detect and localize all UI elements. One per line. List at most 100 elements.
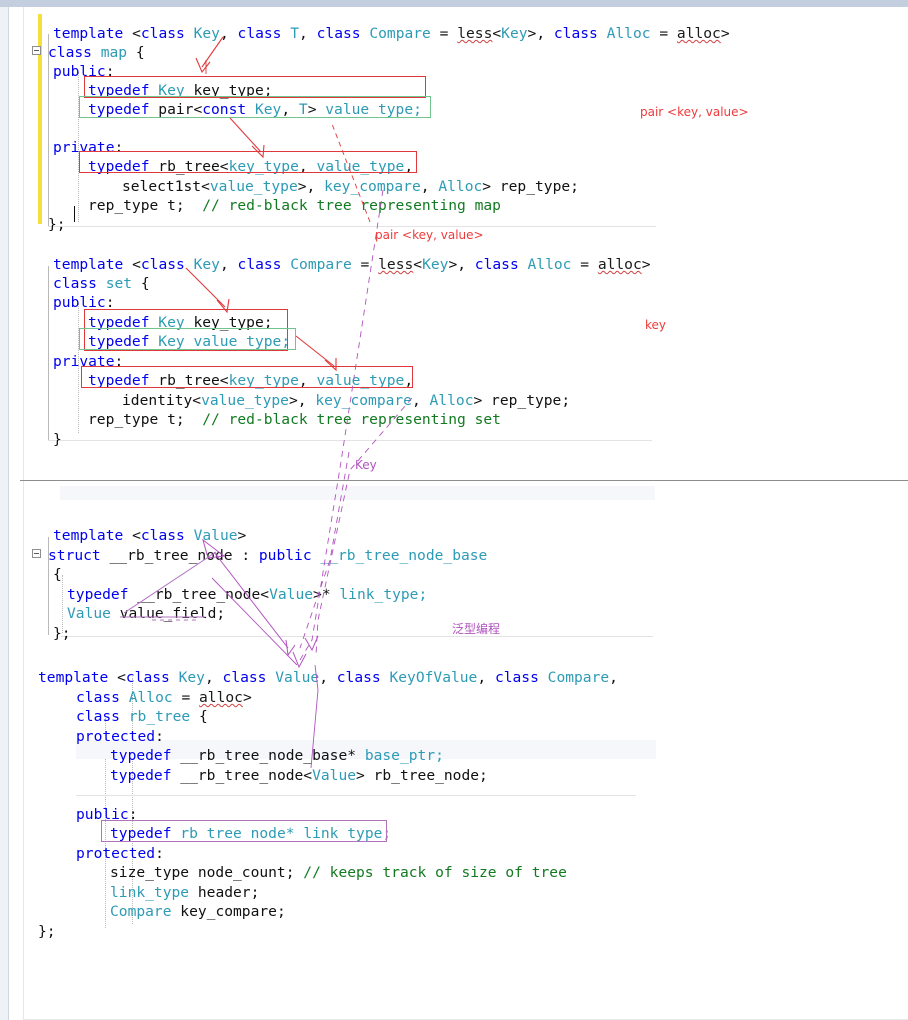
code-token: Key bbox=[422, 256, 449, 273]
code-token: alloc bbox=[676, 25, 721, 42]
code-token: Key bbox=[193, 256, 220, 273]
code-token: public bbox=[258, 547, 321, 564]
code-token: protected bbox=[76, 845, 156, 862]
code-line[interactable]: class Alloc = alloc> bbox=[76, 688, 252, 707]
code-token: : bbox=[241, 547, 259, 564]
code-token: : bbox=[155, 845, 164, 862]
code-token: struct bbox=[48, 547, 110, 564]
code-token: class bbox=[553, 25, 607, 42]
code-token: , bbox=[420, 178, 439, 195]
code-line[interactable]: class set { bbox=[53, 274, 150, 293]
code-token: // keeps track of size of tree bbox=[303, 864, 567, 881]
code-token: class bbox=[474, 256, 528, 273]
code-line[interactable]: }; bbox=[53, 624, 71, 643]
code-line[interactable]: }; bbox=[48, 215, 66, 234]
code-token: rep_type t; bbox=[88, 197, 203, 214]
code-token: }; bbox=[53, 625, 71, 642]
code-line[interactable]: template <class Key, class Compare = les… bbox=[53, 255, 651, 274]
code-token: link_type; bbox=[339, 586, 428, 603]
code-line[interactable]: protected: bbox=[76, 844, 164, 863]
code-token: less bbox=[378, 256, 414, 273]
code-line[interactable]: Compare key_compare; bbox=[110, 902, 286, 921]
code-token: Key bbox=[193, 25, 220, 42]
highlight-box-set-rb-tree bbox=[81, 366, 413, 388]
code-token: : bbox=[155, 728, 164, 745]
code-token: >* bbox=[313, 586, 340, 603]
annotation-key-label-purple: Key bbox=[355, 458, 377, 472]
code-token: Key bbox=[501, 25, 528, 42]
code-token: value_field; bbox=[119, 605, 226, 622]
code-line[interactable]: select1st<value_type>, key_compare, Allo… bbox=[122, 177, 579, 196]
code-token: Alloc bbox=[128, 689, 173, 706]
code-token: > bbox=[356, 767, 374, 784]
code-line[interactable]: template <class Key, class T, class Comp… bbox=[53, 24, 730, 43]
code-token: KeyOfValue bbox=[389, 669, 478, 686]
code-token: { bbox=[127, 44, 145, 61]
code-token: { bbox=[190, 708, 208, 725]
code-token: select1st< bbox=[122, 178, 210, 195]
code-token: = bbox=[571, 256, 598, 273]
code-line[interactable]: struct __rb_tree_node : public __rb_tree… bbox=[48, 546, 487, 565]
code-token: < bbox=[132, 527, 141, 544]
code-token: set bbox=[105, 275, 133, 292]
code-line[interactable]: }; bbox=[38, 922, 56, 941]
code-token: class bbox=[237, 25, 291, 42]
code-token: template bbox=[38, 669, 118, 686]
code-line[interactable]: link_type header; bbox=[110, 883, 259, 902]
code-token: rep_type t; bbox=[88, 411, 203, 428]
code-token: class bbox=[48, 44, 101, 61]
code-token: Value bbox=[67, 605, 120, 622]
code-token: , bbox=[299, 25, 317, 42]
code-token: class bbox=[53, 275, 106, 292]
code-token: < bbox=[132, 25, 141, 42]
code-line[interactable]: typedef __rb_tree_node_base* base_ptr; bbox=[110, 746, 444, 765]
code-line[interactable]: protected: bbox=[76, 727, 164, 746]
code-token: > rep_type; bbox=[482, 178, 579, 195]
code-token: link_type bbox=[110, 884, 198, 901]
code-token: class bbox=[140, 527, 194, 544]
code-token: typedef bbox=[110, 747, 181, 764]
code-token: class bbox=[237, 256, 291, 273]
code-token: } bbox=[53, 431, 62, 448]
code-token: < bbox=[117, 669, 126, 686]
code-line[interactable]: identity<value_type>, key_compare, Alloc… bbox=[122, 391, 570, 410]
code-token: , bbox=[411, 392, 430, 409]
highlight-box-map-rb-tree bbox=[79, 151, 417, 173]
code-token: class bbox=[140, 25, 194, 42]
code-token: = bbox=[351, 256, 379, 273]
code-line[interactable]: rep_type t; // red-black tree representi… bbox=[88, 196, 501, 215]
code-token: > bbox=[641, 256, 651, 273]
code-token: > bbox=[237, 527, 247, 544]
code-token: rb_tree_node; bbox=[373, 767, 488, 784]
code-token: class bbox=[222, 669, 276, 686]
code-token: = bbox=[650, 25, 677, 42]
highlight-box-set-value-type bbox=[79, 328, 296, 350]
code-token: < bbox=[132, 256, 141, 273]
code-token: > bbox=[720, 25, 730, 42]
code-line[interactable]: { bbox=[53, 565, 62, 584]
code-token: T bbox=[290, 25, 300, 42]
code-token: >, bbox=[288, 392, 316, 409]
code-line[interactable]: template <class Key, class Value, class … bbox=[38, 668, 618, 687]
code-token: typedef bbox=[110, 767, 181, 784]
code-token: < bbox=[492, 25, 502, 42]
code-line[interactable]: class map { bbox=[48, 43, 145, 62]
code-token: class bbox=[316, 25, 370, 42]
code-line[interactable]: Value value_field; bbox=[67, 604, 225, 623]
code-line[interactable]: size_type node_count; // keeps track of … bbox=[110, 863, 567, 882]
code-token: class bbox=[76, 689, 129, 706]
code-token: identity< bbox=[122, 392, 202, 409]
code-token: { bbox=[53, 566, 62, 583]
code-token: class bbox=[140, 256, 194, 273]
code-line[interactable]: rep_type t; // red-black tree representi… bbox=[88, 410, 501, 429]
code-line[interactable]: typedef __rb_tree_node<Value>* link_type… bbox=[67, 585, 427, 604]
annotation-generic-programming: 泛型编程 bbox=[452, 622, 501, 636]
code-token: // red-black tree representing set bbox=[202, 411, 501, 428]
code-line[interactable]: } bbox=[53, 430, 62, 449]
code-token: __rb_tree_node bbox=[109, 547, 242, 564]
code-token: , bbox=[219, 25, 238, 42]
code-token: protected bbox=[76, 728, 156, 745]
code-line[interactable]: class rb_tree { bbox=[76, 707, 208, 726]
code-line[interactable]: template <class Value> bbox=[53, 526, 246, 545]
code-line[interactable]: typedef __rb_tree_node<Value> rb_tree_no… bbox=[110, 766, 488, 785]
